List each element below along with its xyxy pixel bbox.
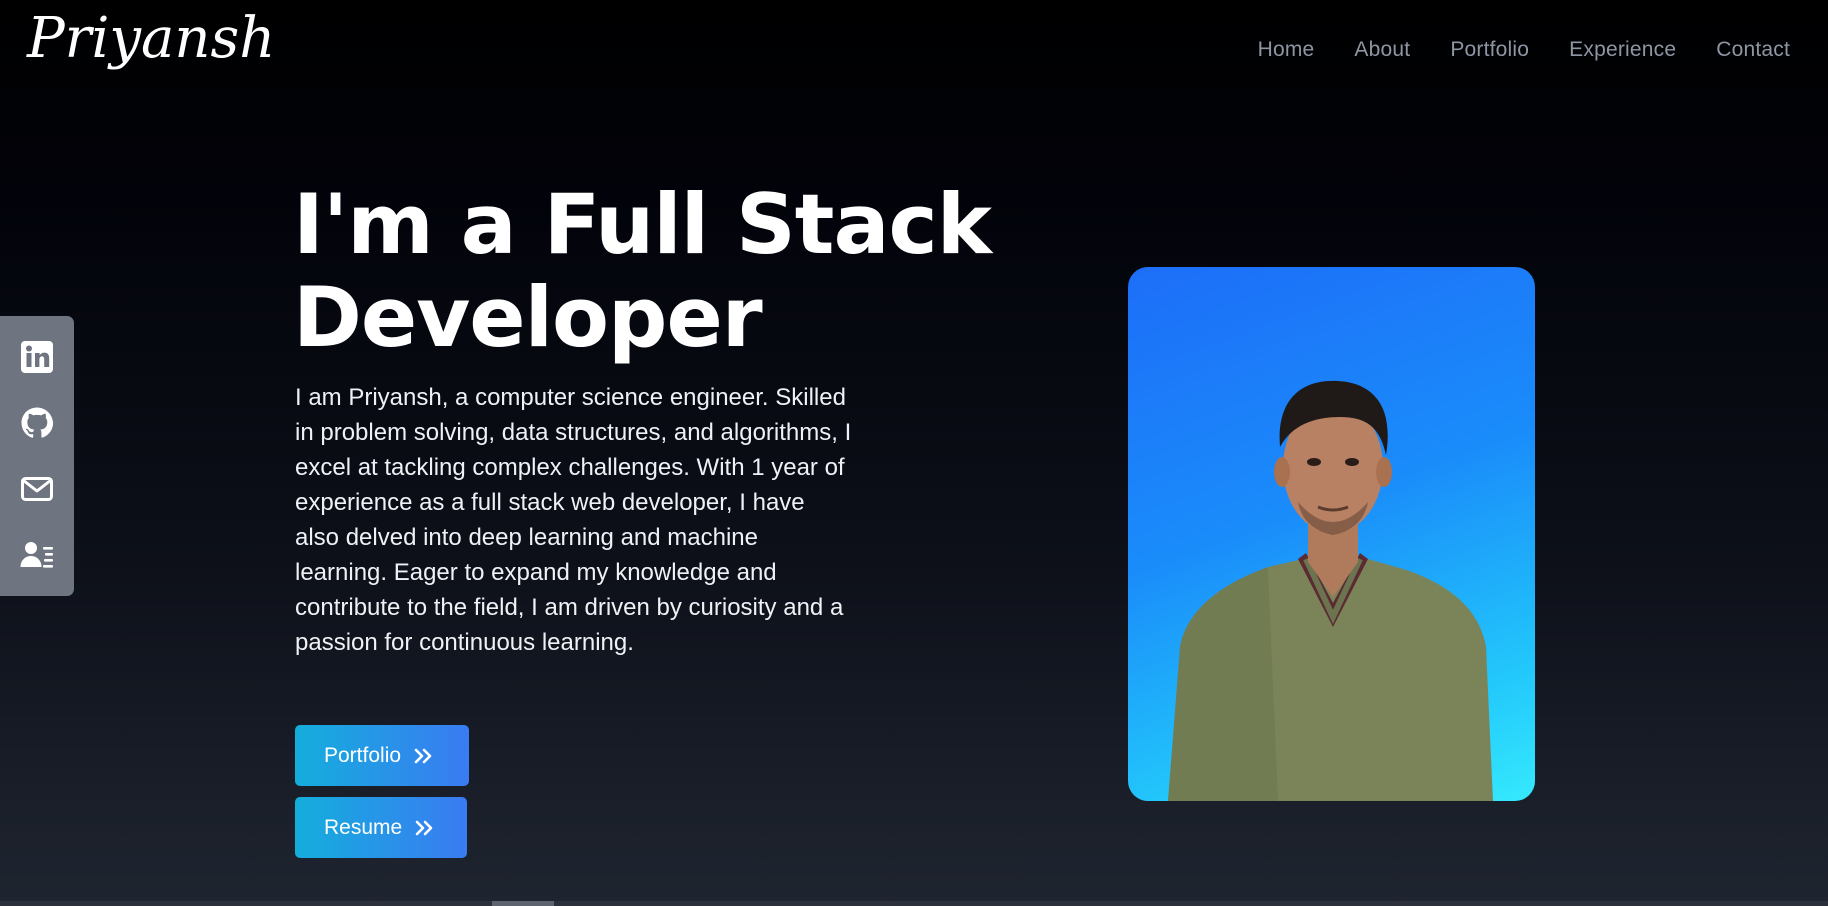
double-chevron-right-icon bbox=[414, 819, 436, 837]
profile-photo bbox=[1128, 267, 1535, 801]
nav-experience[interactable]: Experience bbox=[1569, 38, 1676, 62]
page: Priyansh Home About Portfolio Experience… bbox=[0, 0, 1828, 906]
hero-bio: I am Priyansh, a computer science engine… bbox=[295, 384, 852, 656]
nav-about[interactable]: About bbox=[1354, 38, 1410, 62]
main-nav: Home About Portfolio Experience Contact bbox=[1258, 38, 1790, 62]
github-icon[interactable] bbox=[17, 403, 57, 443]
scrollbar-thumb[interactable] bbox=[492, 901, 554, 906]
hero-headline: I'm a Full Stack Developer bbox=[293, 178, 1033, 364]
profile-portrait-illustration bbox=[1168, 380, 1493, 801]
portfolio-button[interactable]: Portfolio bbox=[295, 725, 469, 786]
nav-contact[interactable]: Contact bbox=[1716, 38, 1790, 62]
nav-home[interactable]: Home bbox=[1258, 38, 1315, 62]
horizontal-scrollbar[interactable] bbox=[0, 901, 1828, 906]
resume-button-label: Resume bbox=[324, 815, 403, 839]
hero-headline-line2: Developer bbox=[293, 269, 763, 366]
nav-portfolio[interactable]: Portfolio bbox=[1450, 38, 1529, 62]
hero-headline-line1: I'm a Full Stack bbox=[293, 176, 992, 273]
linkedin-icon[interactable] bbox=[17, 337, 57, 377]
resume-button[interactable]: Resume bbox=[295, 797, 467, 858]
mail-icon[interactable] bbox=[17, 469, 57, 509]
portfolio-button-label: Portfolio bbox=[324, 743, 402, 767]
site-logo[interactable]: Priyansh bbox=[27, 6, 275, 71]
double-chevron-right-icon bbox=[413, 747, 435, 765]
social-sidebar bbox=[0, 316, 74, 596]
contact-card-icon[interactable] bbox=[17, 535, 57, 575]
